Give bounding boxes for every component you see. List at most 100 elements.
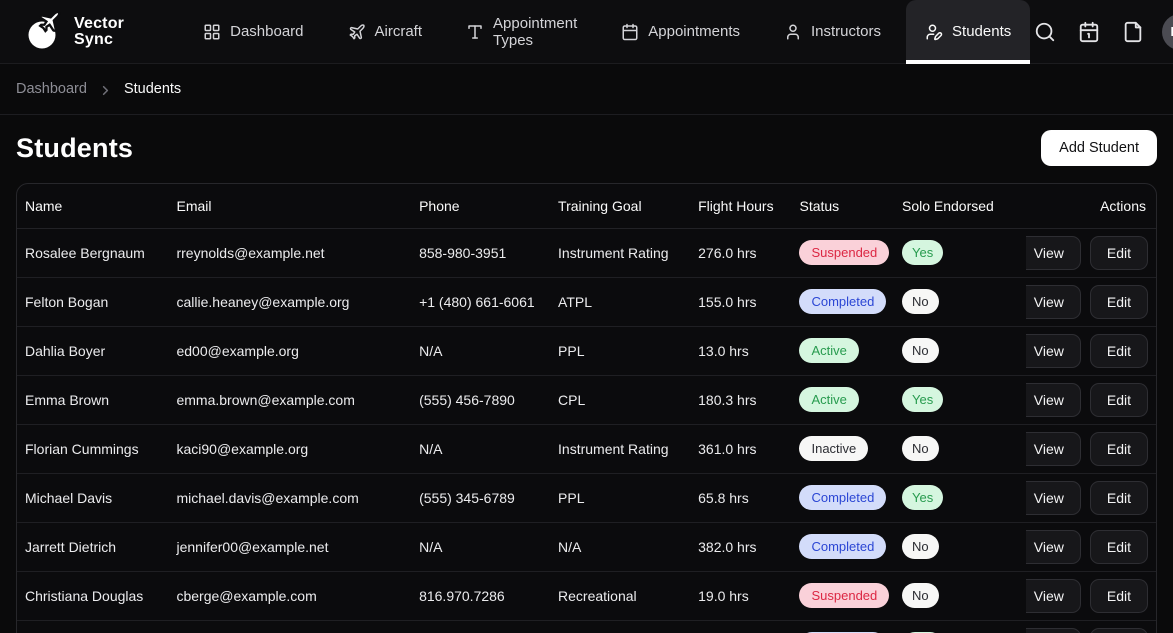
cell-name: Christiana Douglas	[17, 571, 168, 620]
cell-actions: View Edit	[1026, 326, 1156, 375]
page-title: Students	[16, 133, 133, 164]
chevron-right-icon	[98, 83, 113, 98]
cell-training-goal: ATPL	[550, 277, 690, 326]
cell-phone: 858-980-3951	[411, 228, 550, 277]
view-button[interactable]: View	[1026, 530, 1081, 564]
cell-name: Rosalee Bergnaum	[17, 228, 168, 277]
nav-item-label: Dashboard	[230, 23, 303, 40]
cell-actions: View Edit	[1026, 522, 1156, 571]
edit-button[interactable]: Edit	[1090, 432, 1148, 466]
status-badge: Active	[799, 338, 858, 364]
cell-flight-hours: 13.0 hrs	[690, 326, 791, 375]
table-header: NameEmailPhoneTraining GoalFlight HoursS…	[17, 184, 1156, 228]
status-badge: Suspended	[799, 583, 889, 609]
edit-button[interactable]: Edit	[1090, 285, 1148, 319]
cell-email: michael.davis@example.com	[168, 473, 411, 522]
brand[interactable]: Vector Sync	[24, 10, 124, 54]
top-navigation: Vector Sync Dashboard Aircraft Appointme…	[0, 0, 1173, 64]
view-button[interactable]: View	[1026, 481, 1081, 515]
cell-status: Completed	[791, 620, 894, 633]
cell-phone	[411, 620, 550, 633]
cell-email	[168, 620, 411, 633]
add-student-button[interactable]: Add Student	[1041, 130, 1157, 166]
cell-name: Emma Brown	[17, 375, 168, 424]
cell-email: callie.heaney@example.org	[168, 277, 411, 326]
edit-button[interactable]: Edit	[1090, 383, 1148, 417]
table-row: Christiana Douglas cberge@example.com 81…	[17, 571, 1156, 620]
cell-training-goal: N/A	[550, 522, 690, 571]
calendar-button[interactable]	[1074, 17, 1104, 47]
cell-actions: View Edit	[1026, 375, 1156, 424]
edit-button[interactable]: Edit	[1090, 579, 1148, 613]
nav-item-appointments[interactable]: Appointments	[602, 0, 759, 64]
solo-endorsed-badge: No	[902, 534, 939, 560]
table-row: Felton Bogan callie.heaney@example.org +…	[17, 277, 1156, 326]
view-button[interactable]: View	[1026, 334, 1081, 368]
edit-button[interactable]: Edit	[1090, 236, 1148, 270]
nav-item-appointment-types[interactable]: Appointment Types	[447, 0, 596, 64]
edit-button[interactable]: Edit	[1090, 481, 1148, 515]
status-badge: Completed	[799, 485, 886, 511]
cell-actions: View Edit	[1026, 277, 1156, 326]
cell-name: Jarrett Dietrich	[17, 522, 168, 571]
breadcrumb-current-page: Students	[124, 81, 181, 97]
edit-button[interactable]: Edit	[1090, 530, 1148, 564]
user-pen-icon	[925, 23, 943, 41]
edit-button[interactable]: Edit	[1090, 334, 1148, 368]
cell-phone: N/A	[411, 522, 550, 571]
view-button[interactable]: View	[1026, 383, 1081, 417]
view-button[interactable]: View	[1026, 432, 1081, 466]
view-button[interactable]: View	[1026, 285, 1081, 319]
solo-endorsed-badge: Yes	[902, 387, 943, 413]
cell-solo-endorsed: No	[894, 277, 1026, 326]
cell-training-goal: CPL	[550, 375, 690, 424]
cell-actions: View Edit	[1026, 571, 1156, 620]
cell-phone: (555) 456-7890	[411, 375, 550, 424]
view-button[interactable]: View	[1026, 628, 1081, 633]
documents-button[interactable]	[1118, 17, 1148, 47]
table-body: Rosalee Bergnaum rreynolds@example.net 8…	[17, 228, 1156, 633]
cell-solo-endorsed: No	[894, 326, 1026, 375]
status-badge: Active	[799, 387, 858, 413]
breadcrumb-dashboard-link[interactable]: Dashboard	[16, 81, 87, 97]
cell-name: Felton Bogan	[17, 277, 168, 326]
view-button[interactable]: View	[1026, 236, 1081, 270]
status-badge: Completed	[799, 534, 886, 560]
nav-item-students[interactable]: Students	[906, 0, 1030, 64]
nav-item-dashboard[interactable]: Dashboard	[184, 0, 322, 64]
calendar-icon	[621, 23, 639, 41]
cell-name: Michael Davis	[17, 473, 168, 522]
cell-email: jennifer00@example.net	[168, 522, 411, 571]
cell-training-goal	[550, 620, 690, 633]
cell-actions: View Edit	[1026, 424, 1156, 473]
user-avatar[interactable]: DU	[1162, 14, 1173, 50]
cell-training-goal: PPL	[550, 326, 690, 375]
brand-name: Vector Sync	[74, 16, 124, 46]
nav-item-instructors[interactable]: Instructors	[765, 0, 900, 64]
search-button[interactable]	[1030, 17, 1060, 47]
dashboard-icon	[203, 23, 221, 41]
solo-endorsed-badge: No	[902, 436, 939, 462]
cell-training-goal: Instrument Rating	[550, 228, 690, 277]
table-header-row: NameEmailPhoneTraining GoalFlight HoursS…	[17, 184, 1156, 228]
cell-phone: N/A	[411, 326, 550, 375]
cell-status: Suspended	[791, 571, 894, 620]
cell-flight-hours: 276.0 hrs	[690, 228, 791, 277]
table-row: Michael Davis michael.davis@example.com …	[17, 473, 1156, 522]
edit-button[interactable]: Edit	[1090, 628, 1148, 633]
column-header-flight-hours: Flight Hours	[690, 184, 791, 228]
nav-item-label: Aircraft	[375, 23, 423, 40]
column-header-phone: Phone	[411, 184, 550, 228]
cell-email: kaci90@example.org	[168, 424, 411, 473]
cell-solo-endorsed: No	[894, 571, 1026, 620]
view-button[interactable]: View	[1026, 579, 1081, 613]
nav-item-label: Appointment Types	[493, 15, 577, 49]
cell-email: ed00@example.org	[168, 326, 411, 375]
cell-flight-hours: 155.0 hrs	[690, 277, 791, 326]
nav-item-aircraft[interactable]: Aircraft	[329, 0, 442, 64]
status-badge: Suspended	[799, 240, 889, 266]
nav-items: Dashboard Aircraft Appointment Types App…	[184, 0, 1030, 64]
page-header: Students Add Student	[0, 115, 1173, 183]
nav-right-actions: DU	[1030, 14, 1173, 50]
cell-actions: View Edit	[1026, 620, 1156, 633]
